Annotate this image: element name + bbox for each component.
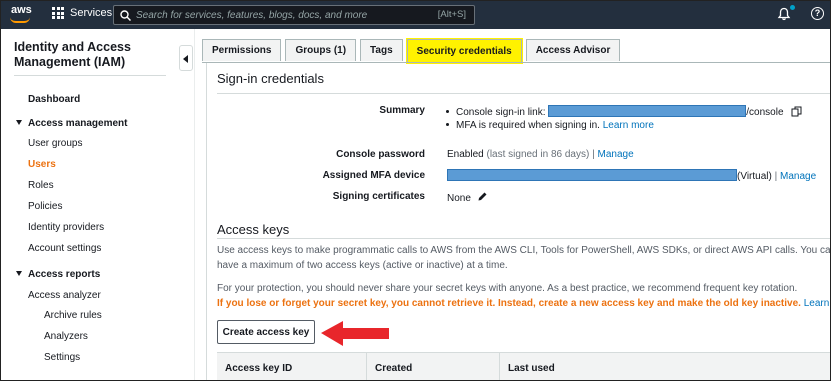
mfa-learn-more-link[interactable]: Learn more [603, 120, 654, 131]
sidebar-item-account-settings[interactable]: Account settings [28, 243, 101, 254]
pencil-edit-icon[interactable] [477, 191, 488, 202]
console-signin-link[interactable]: /console [746, 107, 783, 118]
sidebar-title[interactable]: Identity and Access Management (IAM) [14, 40, 164, 70]
sidebar-separator [194, 29, 195, 380]
caret-down-icon [16, 120, 22, 125]
console-link-suffix: /console [746, 107, 784, 118]
sidebar-section-label: Access reports [28, 269, 101, 280]
sidebar-section-access-management[interactable]: Access management [16, 118, 128, 129]
help-icon[interactable]: ? [811, 7, 824, 20]
separator: | [592, 149, 595, 160]
separator: | [774, 171, 778, 182]
sidebar-divider [14, 75, 166, 76]
sidebar-item-access-analyzer[interactable]: Access analyzer [28, 290, 101, 301]
red-arrow-annotation [321, 321, 389, 346]
signing-certificates-value-row: None [447, 191, 488, 204]
aws-smile-icon [10, 17, 30, 23]
tab-tags[interactable]: Tags [360, 39, 403, 61]
mfa-device-type: (Virtual) [737, 171, 772, 182]
access-keys-table-header: Access key ID Created Last used [217, 352, 830, 380]
bullet-icon [446, 110, 449, 113]
services-label: Services [70, 7, 113, 19]
sidebar-item-settings[interactable]: Settings [44, 352, 80, 363]
caret-down-icon [16, 271, 22, 276]
aws-logo-text: aws [11, 4, 32, 16]
sidebar-item-users[interactable]: Users [28, 159, 56, 170]
manage-console-password-link[interactable]: Manage [598, 149, 634, 160]
access-keys-protection-text: For your protection, you should never sh… [217, 281, 830, 296]
column-header-created[interactable]: Created [367, 353, 500, 380]
console-link-prefix: Console sign-in link: [456, 107, 546, 118]
top-navigation-bar: aws Services [Alt+S] ? [1, 1, 830, 29]
create-access-key-button[interactable]: Create access key [217, 320, 315, 344]
notification-dot [790, 5, 795, 10]
console-password-label: Console password [336, 149, 425, 160]
sidebar-section-label: Access management [28, 118, 128, 129]
iam-console-window: aws Services [Alt+S] ? Identity and Acce… [0, 0, 831, 381]
console-signin-link-row: Console sign-in link: /console [446, 105, 802, 118]
signing-certificates-value: None [447, 193, 471, 204]
console-password-value-row: Enabled (last signed in 86 days) | Manag… [447, 149, 634, 160]
sidebar-item-roles[interactable]: Roles [28, 180, 54, 191]
mfa-required-row: MFA is required when signing in. Learn m… [446, 120, 654, 131]
search-input[interactable] [136, 9, 426, 21]
manage-mfa-device-link[interactable]: Manage [780, 171, 816, 182]
iam-sidebar: Identity and Access Management (IAM) Das… [1, 29, 177, 380]
tab-security-credentials[interactable]: Security credentials [405, 38, 523, 64]
sidebar-item-analyzers[interactable]: Analyzers [44, 331, 88, 342]
redacted-account-id [548, 105, 747, 117]
tab-permissions[interactable]: Permissions [202, 39, 282, 61]
search-icon [120, 9, 131, 21]
signin-heading-divider [217, 93, 830, 94]
global-search-box[interactable]: [Alt+S] [113, 5, 475, 25]
redacted-mfa-device-arn [447, 169, 737, 181]
sidebar-item-identity-providers[interactable]: Identity providers [28, 222, 104, 233]
sidebar-collapse-button[interactable] [179, 45, 193, 71]
tab-access-advisor[interactable]: Access Advisor [525, 39, 621, 61]
summary-label: Summary [379, 105, 425, 116]
bullet-icon [446, 123, 449, 126]
copy-icon[interactable] [791, 106, 802, 117]
assigned-mfa-device-label: Assigned MFA device [322, 170, 425, 181]
services-grid-icon [52, 7, 64, 19]
protection-text: For your protection, you should never sh… [217, 283, 798, 294]
aws-logo[interactable]: aws [9, 4, 37, 26]
access-keys-warning-row: If you lose or forget your secret key, y… [217, 296, 830, 311]
user-detail-tabs: Permissions Groups (1) Tags Security cre… [202, 38, 624, 64]
tab-groups[interactable]: Groups (1) [285, 39, 357, 61]
last-signed-in-note: (last signed in 86 days) [486, 149, 590, 160]
column-header-last-used[interactable]: Last used [500, 353, 830, 380]
sidebar-item-policies[interactable]: Policies [28, 201, 62, 212]
column-header-access-key-id[interactable]: Access key ID [217, 353, 367, 380]
signin-credentials-heading: Sign-in credentials [217, 71, 324, 86]
mfa-required-text: MFA is required when signing in. [456, 120, 600, 131]
console-password-status: Enabled [447, 149, 484, 160]
access-keys-heading: Access keys [217, 222, 290, 237]
mfa-device-value-row: (Virtual) | Manage [447, 169, 816, 182]
sidebar-item-archive-rules[interactable]: Archive rules [44, 310, 102, 321]
sidebar-section-access-reports[interactable]: Access reports [16, 269, 100, 280]
sidebar-item-user-groups[interactable]: User groups [28, 138, 82, 149]
access-keys-heading-divider [217, 238, 830, 239]
access-keys-learn-more-link[interactable]: Learn more [804, 298, 830, 309]
search-shortcut-hint: [Alt+S] [437, 9, 466, 20]
access-keys-intro: Use access keys to make programmatic cal… [217, 245, 831, 271]
bell-icon[interactable] [777, 7, 791, 21]
secret-key-warning: If you lose or forget your secret key, y… [217, 298, 801, 309]
services-menu-button[interactable]: Services [52, 7, 112, 19]
sidebar-item-dashboard[interactable]: Dashboard [28, 94, 80, 105]
signing-certificates-label: Signing certificates [332, 191, 425, 202]
